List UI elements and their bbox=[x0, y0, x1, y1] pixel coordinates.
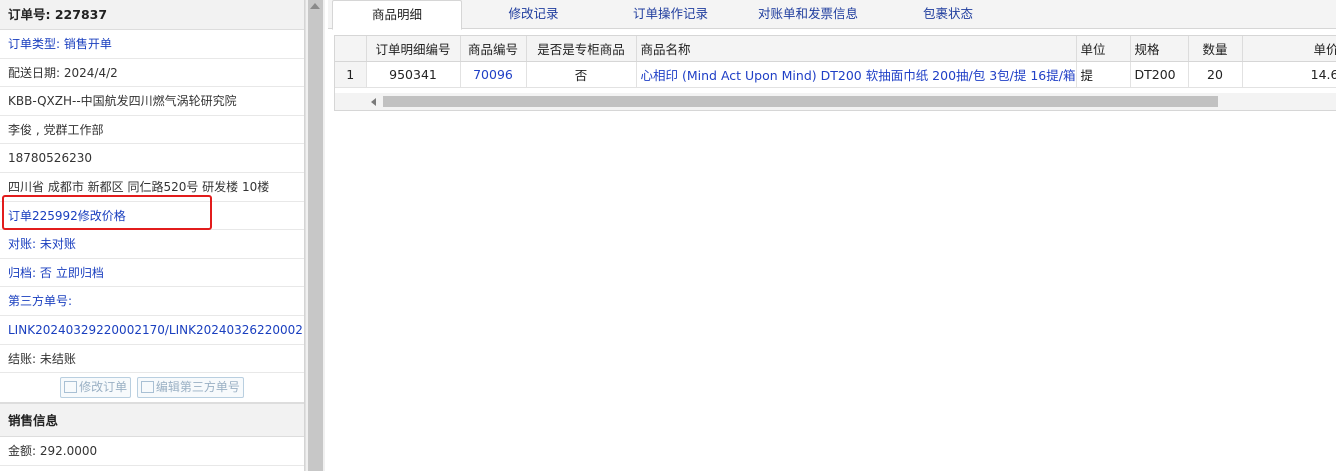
order-info-panel: 订单号: 227837 订单类型: 销售开单 配送日期: 2024/4/2 KB… bbox=[0, 0, 305, 471]
cell-detail-id: 950341 bbox=[366, 61, 461, 88]
reconcile-status: 对账: 未对账 bbox=[0, 230, 304, 259]
settle-status: 结账: 未结账 bbox=[0, 345, 304, 374]
order-detail-window: 订单号: 227837 订单类型: 销售开单 配送日期: 2024/4/2 KB… bbox=[0, 0, 1336, 471]
horizontal-scrollbar[interactable] bbox=[335, 93, 1336, 110]
tab-order-operations[interactable]: 订单操作记录 bbox=[608, 0, 733, 29]
cell-unit: 提 bbox=[1076, 61, 1131, 88]
row-number: 1 bbox=[335, 61, 367, 88]
col-product-id[interactable]: 商品编号 bbox=[460, 36, 527, 62]
edit-order-button[interactable]: 修改订单 bbox=[60, 377, 132, 399]
cell-product-name-link[interactable]: 心相印 (Mind Act Upon Mind) DT200 软抽面巾纸 200… bbox=[636, 61, 1077, 88]
archive-now-link[interactable]: 立即归档 bbox=[56, 266, 104, 280]
col-spec[interactable]: 规格 bbox=[1130, 36, 1189, 62]
customer-org: KBB-QXZH--中国航发四川燃气涡轮研究院 bbox=[0, 87, 304, 116]
scroll-up-icon[interactable] bbox=[310, 3, 320, 9]
third-party-label: 第三方单号: bbox=[0, 287, 304, 316]
order-type: 订单类型: 销售开单 bbox=[0, 30, 304, 59]
col-detail-id[interactable]: 订单明细编号 bbox=[366, 36, 461, 62]
cell-price: 14.6 bbox=[1242, 61, 1336, 88]
third-party-value: LINK20240329220002170/LINK20240326220002… bbox=[0, 316, 304, 345]
contact-phone: 18780526230 bbox=[0, 144, 304, 173]
edit-third-party-label: 编辑第三方单号 bbox=[155, 380, 240, 395]
cell-counter: 否 bbox=[526, 61, 637, 88]
contact-person: 李俊 , 党群工作部 bbox=[0, 116, 304, 145]
tab-edit-history[interactable]: 修改记录 bbox=[476, 0, 591, 29]
scrollbar-thumb[interactable] bbox=[308, 0, 323, 471]
cell-product-id-link[interactable]: 70096 bbox=[460, 61, 527, 88]
tab-statement-invoice[interactable]: 对账单和发票信息 bbox=[738, 0, 878, 29]
edit-order-label: 修改订单 bbox=[79, 380, 128, 395]
edit-icon bbox=[64, 381, 78, 394]
tab-product-detail[interactable]: 商品明细 bbox=[332, 0, 462, 30]
highlight-box bbox=[2, 195, 212, 230]
col-counter[interactable]: 是否是专柜商品 bbox=[526, 36, 637, 62]
archive-status: 归档: 否立即归档 bbox=[0, 259, 304, 288]
sales-info-header: 销售信息 bbox=[0, 403, 304, 438]
product-table: 订单明细编号 商品编号 是否是专柜商品 商品名称 单位 规格 数量 单价 1 9… bbox=[335, 36, 1336, 88]
tab-bar: 商品明细 修改记录 订单操作记录 对账单和发票信息 包裹状态 bbox=[328, 0, 1336, 30]
col-unit[interactable]: 单位 bbox=[1076, 36, 1131, 62]
delivery-date: 配送日期: 2024/4/2 bbox=[0, 59, 304, 88]
scroll-left-icon[interactable] bbox=[371, 98, 376, 106]
order-number-header: 订单号: 227837 bbox=[0, 0, 304, 30]
horizontal-scroll-thumb[interactable] bbox=[383, 96, 1218, 107]
detail-panel: 商品明细 修改记录 订单操作记录 对账单和发票信息 包裹状态 订单明细编号 商品… bbox=[328, 0, 1336, 471]
edit-third-party-button[interactable]: 编辑第三方单号 bbox=[136, 377, 244, 399]
col-product-name[interactable]: 商品名称 bbox=[636, 36, 1077, 62]
col-price[interactable]: 单价 bbox=[1242, 36, 1336, 62]
product-grid: 订单明细编号 商品编号 是否是专柜商品 商品名称 单位 规格 数量 单价 1 9… bbox=[334, 35, 1336, 111]
col-qty[interactable]: 数量 bbox=[1188, 36, 1243, 62]
panel-scrollbar[interactable] bbox=[305, 0, 325, 471]
reconcile-label: 对账: bbox=[8, 237, 40, 252]
archive-value: 否 bbox=[39, 265, 52, 280]
cell-qty: 20 bbox=[1188, 61, 1243, 88]
reconcile-value: 未对账 bbox=[39, 237, 76, 252]
row-number-header bbox=[335, 36, 367, 62]
table-row[interactable]: 1 950341 70096 否 心相印 (Mind Act Upon Mind… bbox=[335, 61, 1336, 88]
table-header-row: 订单明细编号 商品编号 是否是专柜商品 商品名称 单位 规格 数量 单价 bbox=[335, 36, 1336, 62]
edit-icon bbox=[140, 381, 154, 394]
order-actions: 修改订单 编辑第三方单号 bbox=[0, 373, 304, 404]
amount: 金额: 292.0000 bbox=[0, 437, 304, 466]
cell-spec: DT200 bbox=[1130, 61, 1189, 88]
archive-label: 归档: bbox=[8, 265, 40, 280]
tab-package-status[interactable]: 包裹状态 bbox=[893, 0, 1003, 29]
